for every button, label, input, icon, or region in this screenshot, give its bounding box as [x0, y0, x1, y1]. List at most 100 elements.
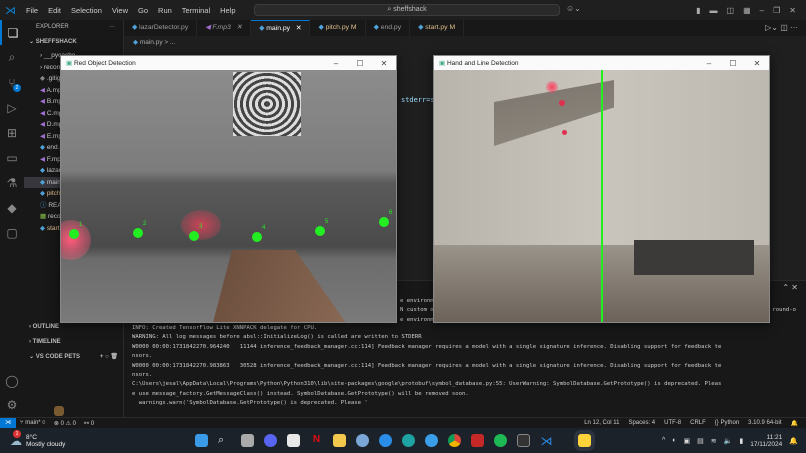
pet-actions-icon[interactable]: + ○ 🗑	[100, 350, 124, 365]
hand-line-detection-window[interactable]: ▣ Hand and Line Detection – ☐ ✕	[433, 55, 770, 323]
minimize-icon[interactable]: –	[760, 6, 764, 15]
py-icon: ◆	[40, 178, 47, 186]
panel-controls[interactable]: ⌃ ✕	[782, 283, 798, 292]
task-view-icon[interactable]	[241, 434, 254, 447]
search-taskbar-icon[interactable]: ⌕	[218, 434, 231, 447]
branch-label: main*	[25, 420, 41, 426]
discord-icon[interactable]	[264, 434, 277, 447]
restore-icon[interactable]: ❐	[773, 6, 780, 15]
problems-status[interactable]: ⊗ 0 ⚠ 0	[50, 420, 80, 427]
errors-count: 0	[60, 420, 64, 427]
menu-file[interactable]: File	[21, 6, 43, 15]
remote-indicator[interactable]: ⋊	[0, 417, 16, 429]
ports-status[interactable]: ⚯ 0	[80, 420, 98, 427]
customize-layout-icon[interactable]: ▦	[743, 6, 751, 15]
store-icon[interactable]	[287, 434, 300, 447]
close-button[interactable]: ✕	[372, 59, 396, 68]
close-icon[interactable]: ✕	[789, 6, 796, 15]
battery-icon[interactable]: ▮	[739, 437, 743, 445]
red-object-detection-window[interactable]: ▣ Red Object Detection – ☐ ✕ 1 2 3 4 5 6	[60, 55, 397, 323]
tray-chevron-icon[interactable]: ^	[662, 437, 665, 444]
clock[interactable]: 11:21 17/11/2024	[750, 434, 782, 448]
file-explorer-icon[interactable]	[333, 434, 346, 447]
account-icon[interactable]: ◯	[0, 368, 24, 393]
spotify-icon[interactable]	[494, 434, 507, 447]
cursor-position[interactable]: Ln 12, Col 11	[584, 420, 619, 427]
testing-icon[interactable]: ⚗	[0, 170, 24, 195]
editor-actions[interactable]: ▷⌄ ◫ ···	[765, 20, 806, 36]
menu-terminal[interactable]: Terminal	[177, 6, 215, 15]
weather-widget[interactable]: ☁ 1 8°C Mostly cloudy	[0, 429, 190, 448]
maximize-button[interactable]: ☐	[721, 59, 745, 68]
explorer-icon[interactable]: ❏	[0, 20, 24, 45]
chat-icon[interactable]: ▢	[0, 220, 24, 245]
python-interpreter[interactable]: 3.10.9 64-bit	[748, 420, 781, 427]
detected-object-marker	[379, 217, 389, 227]
window-titlebar[interactable]: ▣ Hand and Line Detection – ☐ ✕	[434, 56, 769, 70]
copilot-icon[interactable]: ☺⌄	[566, 4, 581, 13]
window-titlebar[interactable]: ▣ Red Object Detection – ☐ ✕	[61, 56, 396, 70]
notification-center-icon[interactable]: 🔔	[789, 437, 798, 445]
remote-explorer-icon[interactable]: ▭	[0, 145, 24, 170]
run-debug-icon[interactable]: ▷	[0, 95, 24, 120]
tray-app-icon[interactable]: ◐	[672, 437, 676, 444]
menu-view[interactable]: View	[107, 6, 133, 15]
settings-gear-icon[interactable]: ⚙	[0, 392, 24, 417]
layout-toggle-icon[interactable]: ▮	[696, 6, 700, 15]
menu-help[interactable]: Help	[215, 6, 240, 15]
source-control-icon[interactable]: ⑂ 2	[0, 70, 24, 95]
menu-edit[interactable]: Edit	[43, 6, 66, 15]
tab-start[interactable]: ◆ start.py M	[410, 20, 465, 36]
volume-icon[interactable]: 🔈	[724, 437, 733, 445]
tab-f-mp3[interactable]: ◀ F.mp3 ✕	[197, 20, 252, 36]
edge-beta-icon[interactable]	[425, 434, 438, 447]
notifications-icon[interactable]: 🔔	[791, 420, 798, 427]
close-button[interactable]: ✕	[745, 59, 769, 68]
extensions-icon[interactable]: ⊞	[0, 120, 24, 145]
wifi-icon[interactable]: ≋	[711, 437, 717, 445]
tab-main[interactable]: ◆ main.py ✕	[251, 20, 311, 36]
py-icon: ◆	[40, 144, 47, 151]
encoding[interactable]: UTF-8	[664, 420, 681, 427]
tab-end[interactable]: ◆ end.py	[366, 20, 411, 36]
edge-icon[interactable]	[402, 434, 415, 447]
mcafee-icon[interactable]	[471, 434, 484, 447]
vscode-taskbar-icon[interactable]: ⋊	[540, 434, 553, 448]
menu-go[interactable]: Go	[133, 6, 153, 15]
panel-toggle-icon[interactable]: ▬	[710, 6, 718, 15]
terminal-line: INFO: Created TensorFlow Lite XNNPACK de…	[132, 325, 318, 331]
tab-lazardetector[interactable]: ◆ lazarDetector.py	[124, 20, 198, 36]
tray-device-icon[interactable]: ▣	[684, 437, 691, 445]
netflix-icon[interactable]: N	[310, 434, 323, 447]
terminal-app-icon[interactable]	[517, 434, 530, 447]
section-timeline[interactable]: › TIMELINE	[24, 335, 124, 350]
language-mode[interactable]: {} Python	[715, 420, 739, 427]
minimize-button[interactable]: –	[324, 59, 348, 68]
menu-selection[interactable]: Selection	[66, 6, 107, 15]
indentation[interactable]: Spaces: 4	[628, 420, 655, 427]
search-icon[interactable]: ⌕	[0, 45, 24, 70]
temperature: 8°C	[26, 433, 37, 441]
tab-pitch[interactable]: ◆ pitch.py M	[310, 20, 366, 36]
minimize-button[interactable]: –	[697, 59, 721, 68]
workspace-root[interactable]: ⌄ SHEFFSHACK	[24, 35, 123, 50]
split-icon[interactable]: ◫	[727, 6, 735, 15]
maximize-button[interactable]: ☐	[348, 59, 372, 68]
pycharm-icon[interactable]	[379, 434, 392, 447]
start-icon[interactable]	[195, 434, 208, 447]
breadcrumb[interactable]: ◆ main.py > ...	[133, 38, 175, 46]
pet-sprite[interactable]	[54, 406, 64, 416]
chrome-icon[interactable]	[448, 434, 461, 447]
command-search[interactable]: ⌕ sheffshack	[254, 4, 560, 16]
python-taskbar-icon[interactable]	[578, 434, 591, 447]
menu-run[interactable]: Run	[153, 6, 177, 15]
line-endings[interactable]: CRLF	[690, 420, 706, 427]
tray-printer-icon[interactable]: ▤	[697, 437, 704, 445]
code-fragment: stderr=s	[401, 96, 435, 104]
vscode-logo-icon: ⋊	[5, 4, 16, 17]
branch-status[interactable]: ⑂ main* ⟳	[16, 420, 50, 426]
section-vscode-pets[interactable]: ⌄ VS CODE PETS + ○ 🗑	[24, 350, 124, 365]
gitlens-icon[interactable]: ◆	[0, 195, 24, 220]
more-icon[interactable]: ···	[109, 20, 123, 35]
settings-app-icon[interactable]	[356, 434, 369, 447]
